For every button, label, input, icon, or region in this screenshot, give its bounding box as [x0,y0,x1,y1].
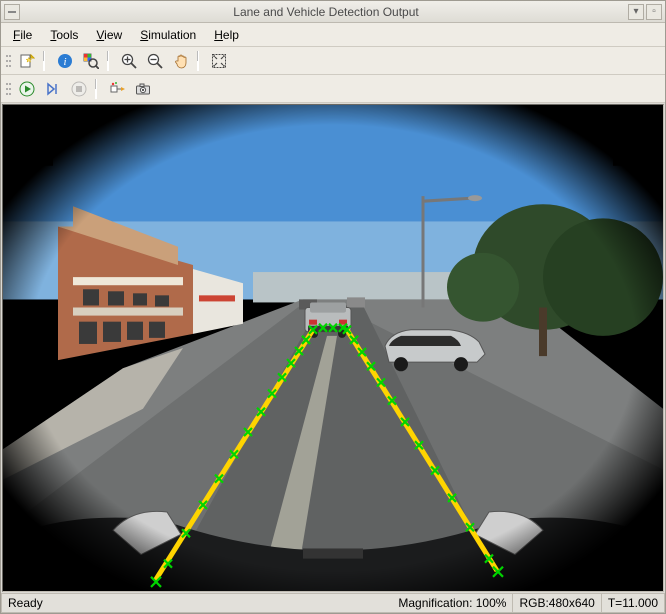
toolbar-separator [197,49,203,73]
inspect-button[interactable]: i [53,49,77,73]
hand-icon [173,53,189,69]
info-icon: i [57,53,73,69]
svg-text:i: i [63,56,66,68]
toolbar-simulation [1,75,665,103]
fit-icon [211,53,227,69]
menu-file[interactable]: File [5,25,40,45]
zoom-out-button[interactable] [143,49,167,73]
status-magnification: Magnification: 100% [392,594,513,613]
snapshot-button[interactable] [131,77,155,101]
toolbar-separator [95,77,101,101]
page-star-icon [19,53,35,69]
window-title: Lane and Vehicle Detection Output [26,5,626,19]
detection-output-image [3,105,663,591]
toolbar-grip-icon [3,53,13,69]
menu-simulation-label: imulation [148,28,196,42]
toolbar-main: i [1,47,665,75]
menu-help[interactable]: Help [206,25,247,45]
status-time: T=11.000 [602,594,665,613]
system-menu-button[interactable] [4,4,20,20]
magnification-value: 100% [476,596,507,610]
menu-tools-label: ools [56,28,78,42]
pixel-region-icon [83,53,99,69]
pixel-region-button[interactable] [79,49,103,73]
step-icon [45,81,61,97]
new-figure-button[interactable] [15,49,39,73]
zoom-in-button[interactable] [117,49,141,73]
menu-tools[interactable]: Tools [42,25,86,45]
magnification-label: Magnification: [398,596,472,610]
menu-help-label: elp [223,28,239,42]
time-value: 11.000 [622,596,658,610]
camera-icon [135,81,151,97]
highlight-block-button[interactable] [105,77,129,101]
pan-button[interactable] [169,49,193,73]
menu-simulation[interactable]: Simulation [132,25,204,45]
stop-button[interactable] [67,77,91,101]
zoom-out-icon [147,53,163,69]
status-rgb: RGB:480x640 [513,594,601,613]
fit-to-view-button[interactable] [207,49,231,73]
status-state: Ready [1,594,392,613]
run-button[interactable] [15,77,39,101]
maximize-button[interactable]: ▫ [646,4,662,20]
titlebar: Lane and Vehicle Detection Output ▾ ▫ [1,1,665,23]
video-viewport[interactable] [2,104,664,592]
stop-circle-icon [71,81,87,97]
menubar: File Tools View Simulation Help [1,23,665,47]
toolbar-grip-icon [3,81,13,97]
rgb-value: 480x640 [549,596,595,610]
toolbar-separator [43,49,49,73]
highlight-block-icon [109,81,125,97]
step-button[interactable] [41,77,65,101]
menu-view-label: iew [104,28,122,42]
time-label: T= [608,596,622,610]
menu-file-label: ile [20,28,32,42]
play-circle-icon [19,81,35,97]
minimize-button[interactable]: ▾ [628,4,644,20]
toolbar-separator [107,49,113,73]
menu-view[interactable]: View [88,25,130,45]
application-window: Lane and Vehicle Detection Output ▾ ▫ Fi… [0,0,666,614]
zoom-in-icon [121,53,137,69]
rgb-label: RGB: [519,596,548,610]
statusbar: Ready Magnification: 100% RGB:480x640 T=… [1,593,665,613]
